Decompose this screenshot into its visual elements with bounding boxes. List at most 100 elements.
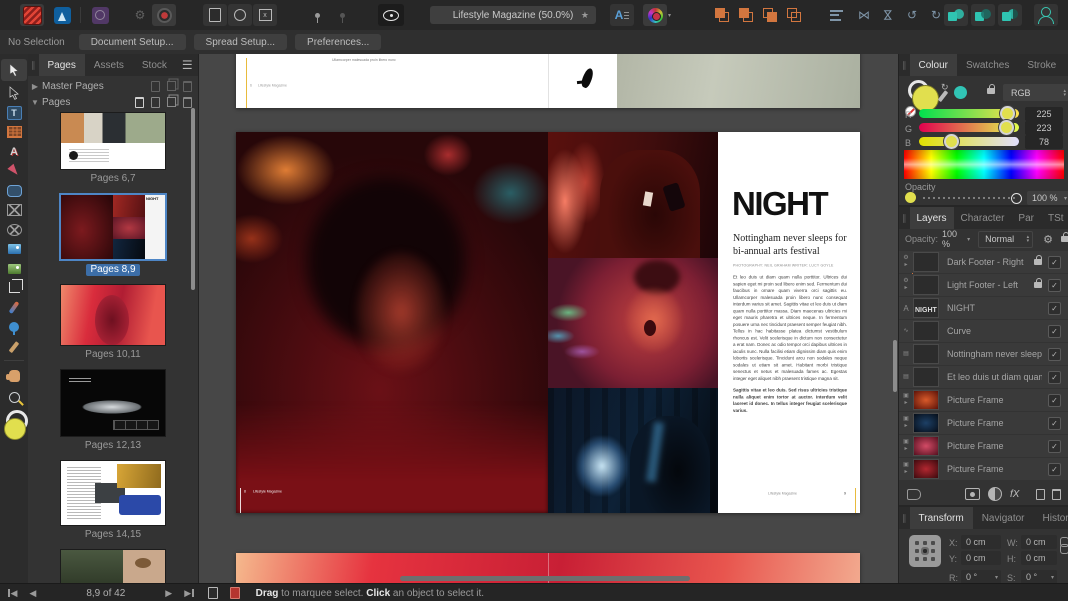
layer-visibility-checkbox[interactable]: ✓ bbox=[1048, 394, 1061, 407]
alignment-icon[interactable] bbox=[824, 4, 848, 26]
tab-transform[interactable]: Transform bbox=[910, 507, 973, 529]
rotation-field[interactable]: 0 °▾ bbox=[961, 570, 1001, 584]
crop-tool[interactable] bbox=[1, 278, 27, 297]
photo-man-blue-light[interactable] bbox=[548, 388, 718, 513]
document-canvas[interactable]: Ullamcorper malesuada proin libero nunc … bbox=[199, 54, 898, 583]
layer-row-picture-frame-1[interactable]: ▣▸ Picture Frame ✓ bbox=[899, 389, 1068, 411]
layer-settings-gear-icon[interactable]: ⚙ bbox=[1043, 233, 1053, 246]
pin-icon[interactable] bbox=[305, 4, 329, 26]
lock-icon[interactable] bbox=[1034, 259, 1042, 265]
panel-menu-icon[interactable]: ☰ bbox=[176, 58, 199, 72]
fill-colour-well[interactable] bbox=[912, 85, 939, 112]
red-value[interactable]: 225 bbox=[1025, 107, 1063, 121]
first-spread-icon[interactable]: ◀ bbox=[0, 588, 23, 599]
previous-spread-icon[interactable]: ◀ bbox=[23, 588, 42, 599]
move-backward-icon[interactable] bbox=[758, 4, 782, 26]
layer-row-text-frame-2[interactable]: ▤ Et leo duis ut diam quam ✓ bbox=[899, 366, 1068, 388]
account-icon[interactable] bbox=[1034, 4, 1058, 26]
affinity-designer-icon[interactable] bbox=[50, 4, 74, 26]
place-image-tool[interactable] bbox=[1, 259, 27, 278]
tab-swatches[interactable]: Swatches bbox=[957, 54, 1018, 76]
expand-icon[interactable]: ▸ bbox=[904, 469, 907, 476]
preview-mode-icon[interactable] bbox=[378, 4, 404, 26]
headline-night[interactable]: NIGHT bbox=[732, 187, 856, 220]
spread-8-9[interactable]: NIGHT Nottingham never sleeps for bi-ann… bbox=[236, 132, 860, 513]
layer-visibility-checkbox[interactable]: ✓ bbox=[1048, 463, 1061, 476]
panel-grip-icon[interactable]: ∥ bbox=[899, 213, 910, 224]
tab-character[interactable]: Character bbox=[954, 207, 1012, 229]
layer-row-dark-footer[interactable]: ⚙▸ Dark Footer - Right ✓ bbox=[899, 251, 1068, 273]
layers-opacity-value[interactable]: 100 % bbox=[938, 229, 965, 249]
pages-section[interactable]: ▼ Pages bbox=[28, 94, 198, 110]
red-slider[interactable] bbox=[919, 109, 1019, 118]
tab-stroke[interactable]: Stroke bbox=[1018, 54, 1065, 76]
chevron-down-icon[interactable]: ▼ bbox=[28, 98, 42, 107]
opacity-slider-thumb[interactable] bbox=[1011, 193, 1022, 204]
preferences-button[interactable]: Preferences... bbox=[295, 34, 381, 50]
boolean-add-icon[interactable] bbox=[944, 4, 968, 26]
page-thumb-label-selected[interactable]: Pages 8,9 bbox=[86, 264, 139, 276]
pen-tool[interactable] bbox=[1, 161, 27, 180]
tab-paragraph[interactable]: Par bbox=[1011, 207, 1041, 229]
article-body[interactable]: Et leo duis ut diam quam nulla porttitor… bbox=[733, 274, 898, 554]
blue-value[interactable]: 78 bbox=[1025, 135, 1063, 149]
table-tool[interactable] bbox=[1, 122, 27, 141]
x-field[interactable]: 0 cm bbox=[961, 535, 1001, 549]
tab-navigator[interactable]: Navigator bbox=[973, 507, 1034, 529]
expand-icon[interactable]: ▸ bbox=[904, 285, 907, 292]
blue-slider-thumb[interactable] bbox=[944, 134, 959, 149]
persona-target-icon[interactable] bbox=[152, 4, 176, 26]
frame-text-tool[interactable]: T bbox=[1, 103, 27, 122]
next-spread-icon[interactable]: ▶ bbox=[159, 588, 178, 599]
red-slider-thumb[interactable] bbox=[1000, 106, 1015, 121]
eyedropper-icon[interactable] bbox=[941, 90, 945, 102]
shape-circle-icon[interactable] bbox=[228, 4, 252, 26]
shear-field[interactable]: 0 °▾ bbox=[1021, 570, 1057, 584]
pages-view-icon[interactable] bbox=[208, 587, 218, 599]
y-field[interactable]: 0 cm bbox=[961, 551, 1001, 565]
insert-pages-icon[interactable] bbox=[135, 97, 144, 108]
ellipse-frame-tool[interactable] bbox=[1, 220, 27, 239]
gear-icon[interactable]: ⚙ bbox=[903, 255, 908, 262]
gear-icon[interactable]: ⚙ bbox=[128, 4, 152, 26]
expand-icon[interactable]: ▸ bbox=[904, 262, 907, 269]
tab-text-styles[interactable]: TSt bbox=[1041, 207, 1068, 229]
layer-visibility-checkbox[interactable]: ✓ bbox=[1048, 325, 1061, 338]
page-thumb-label[interactable]: Pages 14,15 bbox=[85, 529, 141, 541]
flip-horizontal-icon[interactable]: ⋈ bbox=[852, 4, 876, 26]
adjustment-icon[interactable] bbox=[988, 487, 1002, 501]
photo-woman-red-neon[interactable] bbox=[236, 132, 548, 513]
photo-neon-sign-phone[interactable] bbox=[548, 132, 718, 258]
tab-layers[interactable]: Layers bbox=[910, 207, 954, 229]
colour-picker-tool[interactable] bbox=[1, 337, 27, 356]
tab-stock[interactable]: Stock bbox=[133, 54, 176, 76]
photo-laughing-woman[interactable] bbox=[548, 258, 718, 388]
zoom-tool[interactable] bbox=[1, 388, 27, 407]
layer-row-night[interactable]: A NIGHT NIGHT ✓ bbox=[899, 297, 1068, 319]
layer-row-text-frame-1[interactable]: ▤ Nottingham never sleeps f ✓ bbox=[899, 343, 1068, 365]
page-thumb-8-9-selected[interactable]: NIGHT bbox=[59, 193, 167, 261]
tab-history[interactable]: History bbox=[1034, 507, 1068, 529]
blue-slider[interactable] bbox=[919, 137, 1019, 146]
layer-row-curve[interactable]: ∿ Curve ✓ bbox=[899, 320, 1068, 342]
green-slider-thumb[interactable] bbox=[999, 120, 1014, 135]
article-credit[interactable]: PHOTOGRAPHY: NEIL GRAHAM WRITER: LUCY GO… bbox=[733, 264, 898, 271]
bleed-view-icon[interactable] bbox=[230, 587, 240, 599]
spread-setup-button[interactable]: Spread Setup... bbox=[194, 34, 288, 50]
stepper-icon[interactable]: ▴▾ bbox=[1063, 89, 1068, 97]
picture-frame-tool[interactable] bbox=[1, 239, 27, 258]
caption-text[interactable]: Ullamcorper malesuada proin libero nunc bbox=[332, 58, 482, 68]
vector-brush-tool[interactable] bbox=[1, 298, 27, 317]
page-thumb-label[interactable]: Pages 6,7 bbox=[90, 173, 135, 185]
add-master-icon[interactable] bbox=[151, 81, 160, 92]
colour-wheel-caret-icon[interactable]: ▾ bbox=[668, 12, 671, 19]
green-value[interactable]: 223 bbox=[1025, 121, 1063, 135]
page-thumb-label[interactable]: Pages 10,11 bbox=[85, 349, 140, 361]
page-thumb-label[interactable]: Pages 12,13 bbox=[85, 440, 141, 452]
document-setup-button[interactable]: Document Setup... bbox=[79, 34, 186, 50]
panel-grip-icon[interactable]: ∥ bbox=[899, 513, 910, 524]
tab-assets[interactable]: Assets bbox=[85, 54, 133, 76]
boolean-divide-icon[interactable] bbox=[998, 4, 1022, 26]
move-forward-icon[interactable] bbox=[734, 4, 758, 26]
placed-image-grey[interactable] bbox=[617, 54, 860, 108]
